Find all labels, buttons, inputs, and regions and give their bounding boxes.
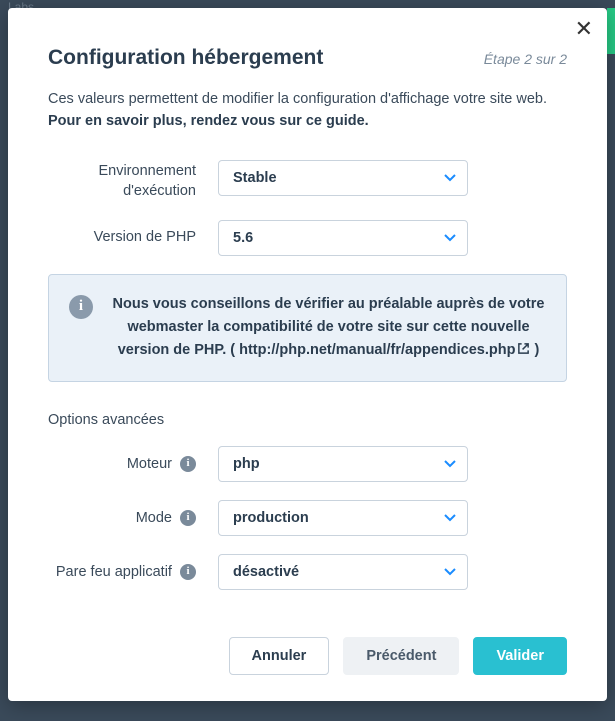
help-icon[interactable]: i [180, 456, 196, 472]
php-doc-link[interactable]: http://php.net/manual/fr/appendices.php [239, 342, 530, 358]
description-text: Ces valeurs permettent de modifier la co… [48, 91, 547, 107]
backdrop-accent [607, 8, 615, 54]
engine-label: Moteur i [48, 454, 218, 474]
waf-label: Pare feu applicatif i [48, 562, 218, 582]
previous-button[interactable]: Précédent [343, 637, 459, 675]
modal-title: Configuration hébergement [48, 46, 323, 70]
guide-link[interactable]: Pour en savoir plus, rendez vous sur ce … [48, 113, 369, 129]
waf-select[interactable]: désactivé [218, 554, 468, 590]
info-text-after: ) [530, 342, 539, 358]
engine-select[interactable]: php [218, 446, 468, 482]
php-label: Version de PHP [48, 227, 218, 247]
advanced-options-label: Options avancées [48, 412, 567, 428]
external-link-icon [517, 340, 530, 363]
mode-label: Mode i [48, 508, 218, 528]
close-icon: ✕ [575, 16, 593, 41]
modal-description: Ces valeurs permettent de modifier la co… [48, 88, 567, 133]
info-icon: i [69, 295, 93, 319]
php-doc-link-text: http://php.net/manual/fr/appendices.php [239, 342, 515, 358]
submit-button[interactable]: Valider [473, 637, 567, 675]
php-version-select[interactable]: 5.6 [218, 220, 468, 256]
step-indicator: Étape 2 sur 2 [484, 51, 567, 67]
env-select[interactable]: Stable [218, 160, 468, 196]
cancel-button[interactable]: Annuler [229, 637, 330, 675]
hosting-config-modal: ✕ Configuration hébergement Étape 2 sur … [8, 8, 607, 701]
close-button[interactable]: ✕ [575, 18, 593, 40]
modal-footer: Annuler Précédent Valider [8, 619, 607, 701]
help-icon[interactable]: i [180, 564, 196, 580]
info-callout: i Nous vous conseillons de vérifier au p… [48, 274, 567, 383]
env-label: Environnement d'exécution [48, 155, 218, 202]
help-icon[interactable]: i [180, 510, 196, 526]
mode-select[interactable]: production [218, 500, 468, 536]
